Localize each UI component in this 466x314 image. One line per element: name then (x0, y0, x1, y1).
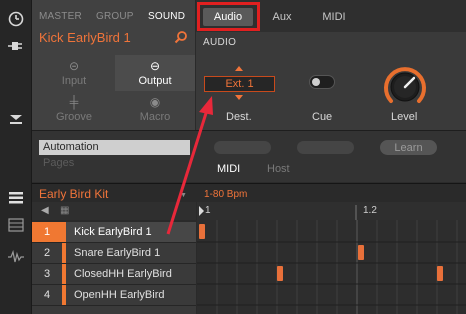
audio-section-label: AUDIO (203, 37, 237, 48)
left-toolbar (0, 0, 32, 314)
search-icon[interactable] (174, 30, 188, 44)
pad-number: 2 (43, 247, 51, 259)
highlight-box (197, 2, 260, 31)
chevron-down-icon[interactable]: ▼ (180, 192, 187, 199)
note-closedhh[interactable] (277, 266, 283, 281)
speaker-icon[interactable]: ◀ (41, 205, 49, 216)
pad-name: Kick EarlyBird 1 (74, 226, 152, 238)
group-name[interactable]: Early Bird Kit (39, 187, 108, 201)
increment-arrow-icon[interactable] (235, 66, 243, 71)
param-slot-2[interactable] (297, 141, 354, 154)
note-closedhh[interactable] (437, 266, 443, 281)
macro-button[interactable]: ◉ Macro (115, 91, 195, 127)
level-label: Level (391, 111, 418, 123)
cue-label: Cue (312, 111, 333, 123)
output-button[interactable]: ⊖ Output (115, 55, 195, 91)
step-grid[interactable] (197, 220, 466, 314)
pad-row[interactable]: 4 OpenHH EarlyBird (32, 285, 196, 306)
macro-icon: ◉ (149, 94, 161, 109)
tick-1-2: 1.2 (363, 205, 377, 216)
pages-label: Pages (43, 157, 75, 169)
automation-button[interactable]: Automation (39, 140, 190, 155)
tab-aux[interactable]: Aux (264, 8, 300, 26)
groove-icon: ╪ (69, 94, 79, 109)
learn-button[interactable]: Learn (380, 140, 437, 155)
pad-header: ◀ ▦ (32, 202, 196, 220)
pad-number: 1 (32, 222, 62, 242)
nav-sound[interactable]: SOUND (148, 11, 185, 22)
timeline-ruler (197, 202, 466, 220)
nav-master[interactable]: MASTER (39, 11, 82, 22)
output-icon: ⊖ (149, 58, 161, 73)
pad-number: 4 (43, 289, 51, 301)
pad-name: OpenHH EarlyBird (74, 289, 165, 301)
groove-button[interactable]: ╪ Groove (34, 91, 114, 127)
nav-group[interactable]: GROUP (96, 11, 134, 22)
list-view-icon[interactable] (7, 189, 25, 207)
dest-selector[interactable]: Ext. 1 (204, 76, 275, 92)
bpm-label: 1-80 Bpm (204, 189, 248, 200)
keyboard-grid-icon[interactable]: ▦ (60, 205, 69, 216)
tick-1: 1 (205, 205, 211, 216)
level-knob[interactable] (382, 64, 428, 110)
pad-name: Snare EarlyBird 1 (74, 247, 161, 259)
input-icon: ⊝ (68, 58, 80, 73)
pad-name: ClosedHH EarlyBird (74, 268, 172, 280)
tab-midi-assign[interactable]: MIDI (217, 163, 240, 175)
automation-panel (32, 130, 466, 182)
pad-row[interactable]: 3 ClosedHH EarlyBird (32, 264, 196, 285)
sound-name[interactable]: Kick EarlyBird 1 (39, 30, 131, 45)
param-slot-1[interactable] (214, 141, 271, 154)
pad-number: 3 (43, 268, 51, 280)
decrement-arrow-icon[interactable] (235, 95, 243, 100)
input-button[interactable]: ⊝ Input (34, 55, 114, 91)
dest-label: Dest. (226, 111, 252, 123)
note-kick[interactable] (199, 224, 205, 239)
sidebar-toggle-icon[interactable] (7, 110, 25, 128)
tab-host-assign[interactable]: Host (267, 163, 290, 175)
plug-icon[interactable] (7, 37, 25, 55)
cue-toggle[interactable] (309, 75, 335, 89)
waveform-icon[interactable] (7, 248, 25, 266)
note-snare[interactable] (358, 245, 364, 260)
grid-view-icon[interactable] (7, 216, 25, 234)
tab-midi[interactable]: MIDI (314, 8, 354, 26)
pad-row[interactable]: 2 Snare EarlyBird 1 (32, 243, 196, 264)
clock-icon[interactable] (7, 10, 25, 28)
pad-row[interactable]: 1 Kick EarlyBird 1 (32, 222, 196, 243)
